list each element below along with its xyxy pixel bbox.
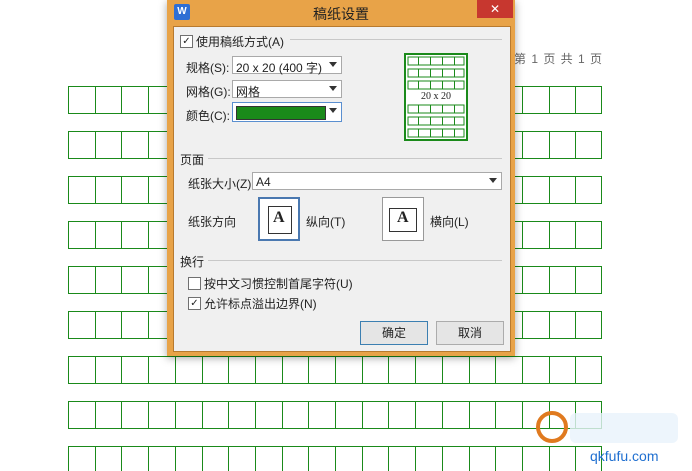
- page-info: 第 1 页 共 1 页: [514, 52, 604, 66]
- manuscript-preview: 20 x 20: [404, 53, 468, 141]
- color-select[interactable]: [232, 102, 342, 122]
- punctuation-overflow-checkbox[interactable]: ✓: [188, 297, 201, 310]
- paper-size-value: A4: [256, 175, 271, 189]
- portrait-option[interactable]: A: [258, 197, 300, 241]
- ok-button[interactable]: 确定: [360, 321, 428, 345]
- paper-size-label: 纸张大小(Z):: [188, 177, 255, 191]
- preview-row: [407, 80, 465, 90]
- dialog-titlebar[interactable]: W 稿纸设置 ✕: [167, 0, 515, 24]
- spec-select[interactable]: 20 x 20 (400 字): [232, 56, 342, 75]
- landscape-page-icon: A: [389, 208, 417, 232]
- use-manuscript-label: 使用稿纸方式(A): [196, 35, 284, 49]
- preview-row: [407, 116, 465, 126]
- color-label: 颜色(C):: [186, 109, 230, 123]
- spec-value: 20 x 20 (400 字): [236, 61, 323, 75]
- chinese-control-label: 按中文习惯控制首尾字符(U): [204, 277, 353, 291]
- chevron-down-icon: [489, 178, 497, 183]
- grid-label: 网格(G):: [186, 85, 231, 99]
- preview-row: [407, 104, 465, 114]
- spec-label: 规格(S):: [186, 61, 230, 75]
- checkmark-icon: ✓: [182, 36, 191, 47]
- watermark-text: qkfufu.com: [590, 448, 658, 464]
- punctuation-overflow-label: 允许标点溢出边界(N): [204, 297, 317, 311]
- preview-label: 20 x 20: [406, 91, 466, 102]
- section-divider: [208, 158, 502, 159]
- paper-size-select[interactable]: A4: [252, 172, 502, 190]
- orientation-label: 纸张方向: [188, 215, 237, 229]
- watermark-circle-icon: [536, 411, 568, 443]
- manuscript-settings-dialog: W 稿纸设置 ✕ ✓ 使用稿纸方式(A) 规格(S): 20 x 20 (400…: [167, 0, 515, 356]
- watermark-badge: [570, 413, 678, 443]
- checkmark-icon: ✓: [190, 298, 199, 309]
- preview-row: [407, 56, 465, 66]
- grid-select[interactable]: 网格: [232, 80, 342, 99]
- portrait-label: 纵向(T): [306, 215, 346, 229]
- section-divider: [208, 260, 502, 261]
- chevron-down-icon: [329, 108, 337, 113]
- close-button[interactable]: ✕: [477, 0, 513, 18]
- section-divider: [290, 39, 502, 40]
- chevron-down-icon: [329, 86, 337, 91]
- grid-value: 网格: [236, 85, 261, 99]
- color-swatch: [236, 106, 326, 120]
- wrap-section-title: 换行: [180, 255, 205, 269]
- chinese-control-checkbox[interactable]: [188, 277, 201, 290]
- preview-row: [407, 68, 465, 78]
- chevron-down-icon: [329, 62, 337, 67]
- page-section-title: 页面: [180, 153, 205, 167]
- portrait-page-icon: A: [268, 206, 292, 234]
- landscape-label: 横向(L): [430, 215, 469, 229]
- landscape-option[interactable]: A: [382, 197, 424, 241]
- dialog-title: 稿纸设置: [313, 6, 369, 22]
- dialog-body: ✓ 使用稿纸方式(A) 规格(S): 20 x 20 (400 字) 网格(G)…: [173, 26, 511, 352]
- preview-row: [407, 128, 465, 138]
- use-manuscript-checkbox[interactable]: ✓: [180, 35, 193, 48]
- watermark-logo: qkfufu.com: [536, 411, 678, 464]
- cancel-button[interactable]: 取消: [436, 321, 504, 345]
